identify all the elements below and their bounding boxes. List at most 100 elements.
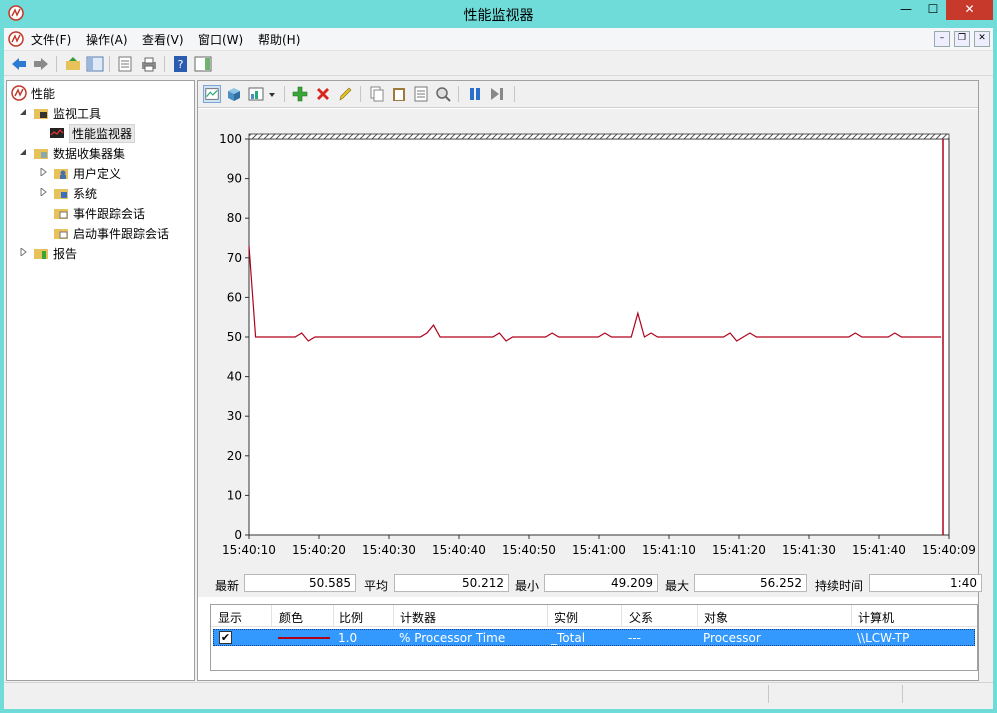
collapsed-arrow-icon[interactable] <box>39 168 47 176</box>
close-button[interactable]: ✕ <box>946 0 993 20</box>
statistics-bar: 最新 50.585 平均 50.212 最小 49.209 最大 56.252 … <box>198 571 982 597</box>
column-header-show[interactable]: 显示 <box>218 609 242 626</box>
column-header-scale[interactable]: 比例 <box>339 609 363 626</box>
menu-file[interactable]: 文件(F) <box>31 31 71 48</box>
view-graph-icon[interactable] <box>203 85 221 103</box>
print-icon[interactable] <box>140 55 158 73</box>
graph-toolbar <box>198 81 978 108</box>
back-arrow-icon[interactable] <box>10 55 28 73</box>
show-hide-tree-icon[interactable] <box>86 55 104 73</box>
line-chart[interactable]: 0 10 20 30 40 50 60 70 80 90 100 15:40:10 15:40:20 15… <box>198 109 978 571</box>
client-area: 文件(F) 操作(A) 查看(V) 窗口(W) 帮助(H) – ❐ ✕ ? 性能… <box>4 28 993 709</box>
column-header-object[interactable]: 对象 <box>704 609 728 626</box>
column-divider[interactable] <box>621 605 622 627</box>
column-header-computer[interactable]: 计算机 <box>858 609 894 626</box>
perfmon-icon <box>11 85 27 101</box>
show-action-pane-icon[interactable] <box>194 55 212 73</box>
change-graph-type-icon[interactable] <box>247 85 265 103</box>
menu-window[interactable]: 窗口(W) <box>198 31 243 48</box>
up-folder-icon[interactable] <box>64 55 82 73</box>
duration-value: 1:40 <box>869 574 982 592</box>
x-tick-label: 15:40:40 <box>432 543 486 557</box>
x-tick-label: 15:40:20 <box>292 543 346 557</box>
column-header-instance[interactable]: 实例 <box>554 609 578 626</box>
view-histogram-icon[interactable] <box>225 85 243 103</box>
column-header-counter[interactable]: 计数器 <box>400 609 436 626</box>
column-header-color[interactable]: 颜色 <box>279 609 303 626</box>
maximize-button[interactable]: ☐ <box>921 0 945 20</box>
add-counter-icon[interactable] <box>291 85 309 103</box>
tree-label: 数据收集器集 <box>53 147 126 161</box>
help-icon[interactable]: ? <box>172 55 190 73</box>
counter-legend-table: 显示 颜色 比例 计数器 实例 父系 对象 计算机 ✔ 1.0 % Proces… <box>210 604 978 671</box>
performance-monitor-pane: 0 10 20 30 40 50 60 70 80 90 100 15:40:10 15:40:20 15… <box>197 80 982 681</box>
tree-label: 报告 <box>53 247 78 261</box>
y-tick-label: 20 <box>227 449 242 463</box>
x-tick-label: 15:41:40 <box>852 543 906 557</box>
counter-row[interactable]: ✔ 1.0 % Processor Time _Total --- Proces… <box>213 629 975 646</box>
show-checkbox[interactable]: ✔ <box>219 631 232 644</box>
tree-label: 监视工具 <box>53 107 102 121</box>
mdi-close-button[interactable]: ✕ <box>974 31 990 47</box>
x-tick-label: 15:40:09 <box>922 543 976 557</box>
app-window: 性能监视器 — ☐ ✕ 文件(F) 操作(A) 查看(V) 窗口(W) 帮助(H… <box>0 0 997 713</box>
column-divider[interactable] <box>333 605 334 627</box>
paste-counter-list-icon[interactable] <box>390 85 408 103</box>
collector-folder-icon <box>34 149 48 159</box>
menu-view[interactable]: 查看(V) <box>142 31 184 48</box>
copy-properties-icon[interactable] <box>368 85 386 103</box>
menu-help[interactable]: 帮助(H) <box>258 31 300 48</box>
tree-label: 系统 <box>73 187 98 201</box>
mdi-restore-button[interactable]: ❐ <box>954 31 970 47</box>
collapsed-arrow-icon[interactable] <box>39 188 47 196</box>
column-header-parent[interactable]: 父系 <box>629 609 653 626</box>
toolbar-separator <box>284 86 285 102</box>
properties-icon[interactable] <box>412 85 430 103</box>
menu-action[interactable]: 操作(A) <box>86 31 128 48</box>
average-value: 50.212 <box>394 574 509 592</box>
minimize-button[interactable]: — <box>894 0 918 20</box>
expanded-arrow-icon[interactable] <box>19 108 27 116</box>
computer-cell: \\LCW-TP <box>857 631 910 645</box>
toolbar-separator <box>514 86 515 102</box>
column-divider[interactable] <box>271 605 272 627</box>
scale-cell: 1.0 <box>338 631 358 645</box>
properties-icon[interactable] <box>116 55 134 73</box>
mdi-minimize-button[interactable]: – <box>934 31 950 47</box>
zoom-magnifier-icon[interactable] <box>434 85 452 103</box>
update-data-icon[interactable] <box>488 85 506 103</box>
forward-arrow-icon[interactable] <box>32 55 50 73</box>
window-title: 性能监视器 <box>463 8 534 24</box>
column-divider[interactable] <box>851 605 852 627</box>
minimum-value: 49.209 <box>544 574 658 592</box>
column-divider[interactable] <box>393 605 394 627</box>
x-tick-label: 15:40:10 <box>222 543 276 557</box>
y-tick-label: 0 <box>234 528 242 542</box>
color-swatch <box>278 637 330 639</box>
toolbar-separator <box>360 86 361 102</box>
column-divider[interactable] <box>697 605 698 627</box>
status-segment <box>902 685 991 703</box>
status-segment <box>768 685 902 703</box>
tree-label: 事件跟踪会话 <box>73 207 146 221</box>
title-bar[interactable]: 性能监视器 — ☐ ✕ <box>0 0 997 28</box>
collapsed-arrow-icon[interactable] <box>19 248 27 256</box>
last-label: 最新 <box>215 579 240 593</box>
x-tick-label: 15:40:50 <box>502 543 556 557</box>
delete-counter-icon[interactable] <box>314 85 332 103</box>
toolbar-separator <box>458 86 459 102</box>
y-tick-label: 90 <box>227 172 242 186</box>
dropdown-arrow-icon[interactable] <box>267 85 277 103</box>
y-tick-label: 70 <box>227 251 242 265</box>
average-label: 平均 <box>364 579 389 593</box>
highlight-pen-icon[interactable] <box>336 85 354 103</box>
last-value: 50.585 <box>244 574 356 592</box>
column-divider[interactable] <box>547 605 548 627</box>
tree-label: 启动事件跟踪会话 <box>73 227 170 241</box>
system-menu-icon[interactable] <box>8 31 24 47</box>
expanded-arrow-icon[interactable] <box>19 148 27 156</box>
trace-folder-icon <box>54 209 68 219</box>
tree-label: 用户定义 <box>73 167 122 181</box>
freeze-display-icon[interactable] <box>466 85 484 103</box>
report-folder-icon <box>34 249 48 259</box>
